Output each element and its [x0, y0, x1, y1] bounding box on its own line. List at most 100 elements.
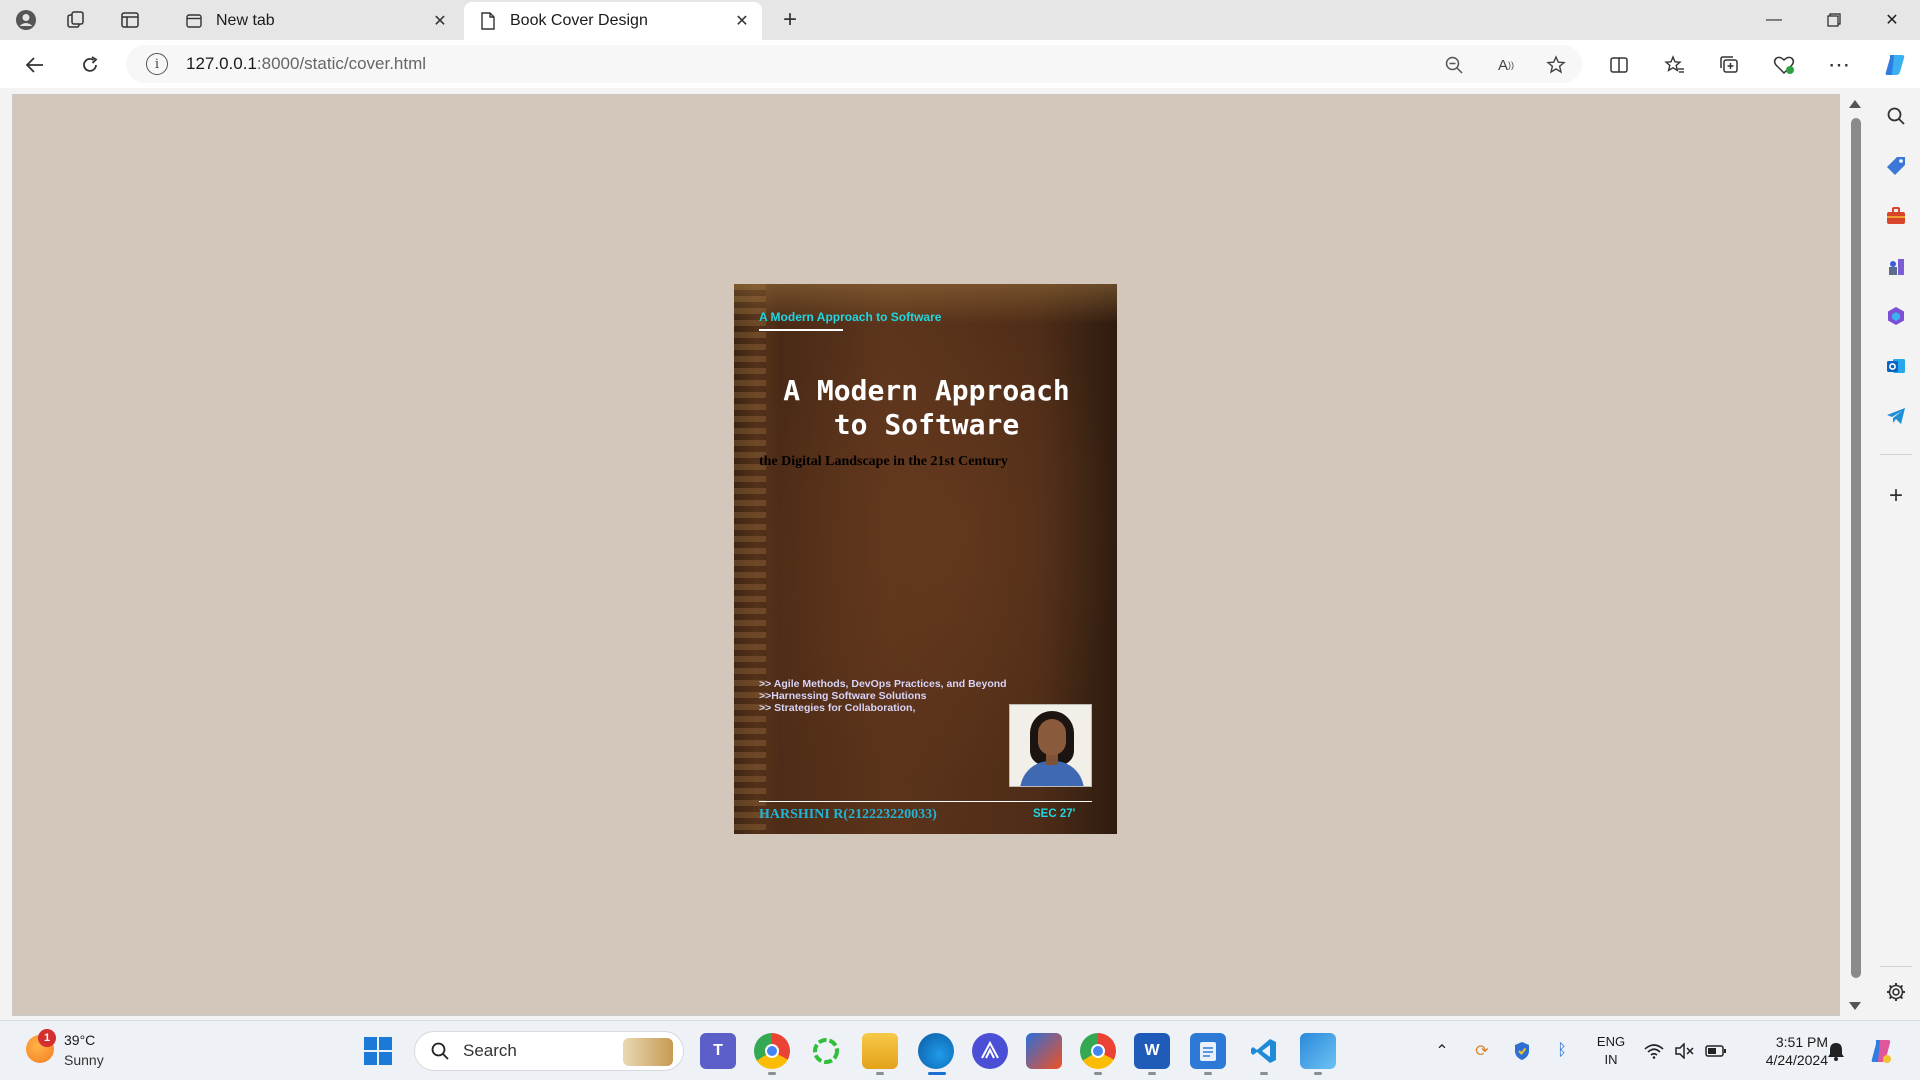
- tab-book-cover-design[interactable]: Book Cover Design ✕: [464, 2, 762, 40]
- vertical-scrollbar[interactable]: [1844, 94, 1868, 1016]
- windows-start-icon[interactable]: [364, 1037, 392, 1065]
- search-label: Search: [463, 1041, 517, 1060]
- store-icon[interactable]: [1026, 1033, 1062, 1069]
- photo-face: [1038, 719, 1066, 755]
- active-indicator: [928, 1072, 946, 1075]
- workspaces-icon[interactable]: [62, 6, 90, 34]
- cover-header-small: A Modern Approach to Software: [759, 310, 942, 324]
- weather-condition[interactable]: Sunny: [64, 1052, 104, 1068]
- browser-toolbar: i 127.0.0.1:8000/static/cover.html A)) ⋯: [0, 40, 1920, 88]
- running-indicator: [1204, 1072, 1212, 1075]
- vector-app-icon[interactable]: [972, 1033, 1008, 1069]
- url-text: 127.0.0.1:8000/static/cover.html: [186, 54, 426, 74]
- games-icon[interactable]: [1882, 252, 1910, 280]
- notepad-icon[interactable]: [1190, 1033, 1226, 1069]
- collections-icon[interactable]: [1714, 50, 1744, 80]
- running-indicator: [1094, 1072, 1102, 1075]
- running-indicator: [876, 1072, 884, 1075]
- settings-icon[interactable]: [1882, 978, 1910, 1006]
- add-icon[interactable]: +: [1882, 482, 1910, 510]
- battery-icon[interactable]: [1704, 1039, 1728, 1063]
- tools-icon[interactable]: [1882, 202, 1910, 230]
- sync-status-icon[interactable]: ⟳: [1470, 1039, 1494, 1063]
- windows-taskbar: 1 39°C Sunny Search T W ⌃ ⟳ ᛒ ENG IN 3:5…: [0, 1020, 1920, 1080]
- browser-essentials-icon[interactable]: [1769, 50, 1799, 80]
- author-photo: [1009, 704, 1092, 787]
- scroll-down-icon[interactable]: [1849, 1002, 1861, 1010]
- tab-label: New tab: [216, 12, 275, 29]
- system-clock[interactable]: 3:51 PM 4/24/2024: [1740, 1033, 1828, 1069]
- chrome-profile-icon[interactable]: [1080, 1033, 1116, 1069]
- close-icon[interactable]: ✕: [430, 11, 450, 31]
- weather-temperature[interactable]: 39°C: [64, 1032, 95, 1048]
- url-host: 127.0.0.1: [186, 54, 257, 73]
- cover-bullet: >>Harnessing Software Solutions: [759, 690, 927, 702]
- address-bar[interactable]: i 127.0.0.1:8000/static/cover.html A)): [126, 45, 1582, 83]
- wifi-icon[interactable]: [1642, 1039, 1666, 1063]
- region-code: IN: [1604, 1052, 1618, 1067]
- notification-bell-icon[interactable]: [1824, 1039, 1848, 1063]
- cover-author: HARSHINI R(212223220033): [759, 807, 937, 822]
- telegram-icon[interactable]: [1882, 402, 1910, 430]
- sidebar-divider: [1880, 454, 1912, 455]
- search-icon: [429, 1040, 451, 1062]
- clock-date: 4/24/2024: [1765, 1052, 1828, 1068]
- new-tab-button[interactable]: +: [776, 6, 804, 34]
- minimize-button[interactable]: —: [1746, 0, 1802, 40]
- cover-subtitle: the Digital Landscape in the 21st Centur…: [759, 454, 1008, 469]
- read-aloud-icon[interactable]: A)): [1494, 53, 1518, 77]
- language-indicator[interactable]: ENG IN: [1594, 1033, 1628, 1069]
- volume-muted-icon[interactable]: [1672, 1039, 1696, 1063]
- search-highlight-image: [623, 1038, 673, 1066]
- running-indicator: [1260, 1072, 1268, 1075]
- new-tab-page-icon: [184, 11, 204, 31]
- scroll-thumb[interactable]: [1851, 118, 1861, 978]
- vscode-icon[interactable]: [1246, 1033, 1282, 1069]
- tab-actions-icon[interactable]: [116, 6, 144, 34]
- cover-title: A Modern Approach to Software: [754, 374, 1099, 442]
- chrome-icon[interactable]: [754, 1033, 790, 1069]
- tab-label: Book Cover Design: [510, 12, 648, 29]
- profile-icon[interactable]: [12, 6, 40, 34]
- split-screen-icon[interactable]: [1604, 50, 1634, 80]
- copilot-icon[interactable]: [1880, 50, 1910, 80]
- running-indicator: [768, 1072, 776, 1075]
- favorites-icon[interactable]: [1660, 50, 1690, 80]
- copilot-taskbar-icon[interactable]: [1866, 1036, 1896, 1066]
- cover-footer-divider: [759, 801, 1092, 802]
- info-icon[interactable]: i: [146, 53, 168, 75]
- favorite-star-icon[interactable]: [1544, 53, 1568, 77]
- cover-title-line-1: A Modern Approach: [783, 374, 1070, 407]
- cover-bullet-list: >> Agile Methods, DevOps Practices, and …: [759, 678, 1007, 714]
- cover-bullet: >> Strategies for Collaboration,: [759, 702, 916, 714]
- title-bar: New tab ✕ Book Cover Design ✕ + — ✕: [0, 0, 1920, 40]
- security-shield-icon[interactable]: [1510, 1039, 1534, 1063]
- edge-sidebar: +: [1872, 88, 1920, 1016]
- outlook-icon[interactable]: [1882, 352, 1910, 380]
- search-icon[interactable]: [1882, 102, 1910, 130]
- page-icon: [478, 11, 498, 31]
- restore-button[interactable]: [1806, 0, 1862, 40]
- microsoft365-icon[interactable]: [1882, 302, 1910, 330]
- bluetooth-icon[interactable]: ᛒ: [1550, 1039, 1574, 1063]
- taskbar-search[interactable]: Search: [414, 1031, 684, 1071]
- chevron-up-icon[interactable]: ⌃: [1430, 1039, 1454, 1063]
- cover-title-line-2: to Software: [833, 408, 1020, 441]
- close-window-button[interactable]: ✕: [1864, 0, 1920, 40]
- photos-icon[interactable]: [1300, 1033, 1336, 1069]
- shopping-tag-icon[interactable]: [1882, 152, 1910, 180]
- scroll-up-icon[interactable]: [1849, 100, 1861, 108]
- zoom-out-icon[interactable]: [1442, 53, 1466, 77]
- file-explorer-icon[interactable]: [862, 1033, 898, 1069]
- tab-new-tab[interactable]: New tab ✕: [170, 2, 460, 40]
- edge-icon[interactable]: [918, 1033, 954, 1069]
- word-icon[interactable]: W: [1134, 1033, 1170, 1069]
- language-code: ENG: [1596, 1034, 1626, 1049]
- running-indicator: [1314, 1072, 1322, 1075]
- teams-icon[interactable]: T: [700, 1033, 736, 1069]
- more-icon[interactable]: ⋯: [1824, 50, 1854, 80]
- back-icon[interactable]: [20, 50, 50, 80]
- refresh-icon[interactable]: [75, 50, 105, 80]
- sync-app-icon[interactable]: [808, 1033, 844, 1069]
- close-icon[interactable]: ✕: [732, 11, 752, 31]
